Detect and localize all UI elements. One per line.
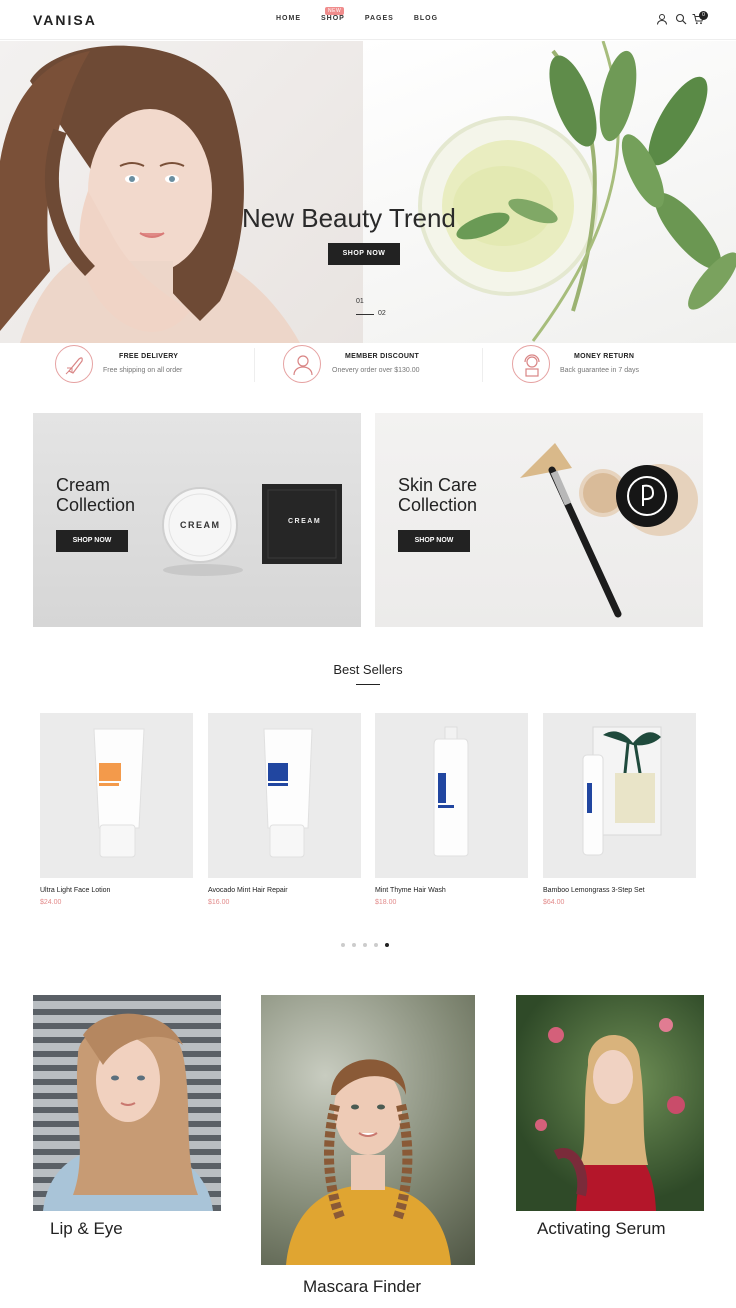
product-price: $16.00 [208,899,230,906]
feature-subtitle: Onevery order over $130.00 [332,367,420,374]
user-icon[interactable] [656,13,668,25]
cart-count-badge: 0 [699,11,708,20]
model-red-dress-illustration [535,1018,685,1211]
activating-serum-image[interactable] [516,995,704,1211]
title-underline [356,684,380,685]
model-portrait-illustration [0,45,300,343]
mascara-finder-image[interactable] [261,995,475,1265]
nav-pages[interactable]: PAGES [365,15,394,22]
product-image[interactable] [375,713,528,878]
product-card[interactable]: Ultra Light Face Lotion $24.00 [40,713,193,906]
pagination-dot[interactable] [374,943,378,947]
nav-home[interactable]: HOME [276,15,301,22]
product-price: $24.00 [40,899,62,906]
product-card[interactable]: Bamboo Lemongrass 3-Step Set $64.00 [543,713,696,906]
slide-indicator-next[interactable]: 02 [378,310,386,317]
feature-free-delivery: FREE DELIVERY Free shipping on all order [55,345,245,385]
best-sellers-title: Best Sellers [333,662,403,677]
new-badge: NEW [325,7,345,15]
divider [482,348,483,382]
product-name[interactable]: Mint Thyme Hair Wash [375,887,446,894]
hero-shop-now-button[interactable]: SHOP NOW [328,243,400,265]
collection-title-line2: Collection [398,495,478,515]
slide-indicator-current[interactable]: 01 [356,298,364,305]
category-label[interactable]: Lip & Eye [50,1219,123,1239]
person-icon [283,345,321,383]
site-logo[interactable]: VANISA [33,12,97,28]
search-icon[interactable] [675,13,687,25]
product-name[interactable]: Avocado Mint Hair Repair [208,887,288,894]
feature-title: MEMBER DISCOUNT [345,353,420,360]
product-card[interactable]: Mint Thyme Hair Wash $18.00 [375,713,528,906]
rocket-icon [55,345,93,383]
collection-title-line2: Collection [56,495,136,515]
cream-box-label: CREAM [288,518,322,525]
feature-title: FREE DELIVERY [119,353,179,360]
hair-wash-bottle-image [433,726,469,857]
collection-title: Skin Care Collection [398,475,477,515]
skin-care-collection-banner[interactable]: Skin Care Collection SHOP NOW [375,413,703,627]
model-yellow-top-illustration [286,1059,451,1265]
feature-money-return: MONEY RETURN Back guarantee in 7 days [512,345,702,385]
cream-collection-banner[interactable]: CREAM CREAM Cream Collection SHOP NOW [33,413,361,627]
product-image[interactable] [40,713,193,878]
product-price: $64.00 [543,899,565,906]
model-sweater-illustration [43,1013,213,1211]
lip-eye-image[interactable] [33,995,221,1211]
product-name[interactable]: Ultra Light Face Lotion [40,887,110,894]
product-price: $18.00 [375,899,397,906]
feature-title: MONEY RETURN [574,353,635,360]
site-header: VANISA HOME SHOP PAGES BLOG NEW 0 [0,0,736,40]
hero-model-image [0,41,363,343]
collection-title-line1: Skin Care [398,475,478,495]
gift-set-image [582,726,662,856]
support-agent-icon [512,345,550,383]
product-card[interactable]: Avocado Mint Hair Repair $16.00 [208,713,361,906]
nav-blog[interactable]: BLOG [414,15,438,22]
feature-subtitle: Free shipping on all order [103,367,183,374]
hair-repair-tube-image [263,728,313,858]
category-label[interactable]: Mascara Finder [303,1277,421,1297]
pagination-dot-active[interactable] [385,943,389,947]
feature-member-discount: MEMBER DISCOUNT Onevery order over $130.… [283,345,473,385]
collection-title-line1: Cream [56,475,111,495]
cream-jar-label: CREAM [180,520,221,530]
hero-product-image [363,41,736,343]
product-image[interactable] [208,713,361,878]
carousel-pagination [341,943,389,947]
collection-title: Cream Collection [56,475,135,515]
pagination-dot[interactable] [363,943,367,947]
pagination-dot[interactable] [341,943,345,947]
slide-indicator-line [356,314,374,315]
product-name[interactable]: Bamboo Lemongrass 3-Step Set [543,887,645,894]
pagination-dot[interactable] [352,943,356,947]
lotion-tube-image [93,728,145,858]
brush-powder-image [520,443,698,618]
category-label[interactable]: Activating Serum [537,1219,666,1239]
hero-title: New Beauty Trend [242,203,456,233]
product-image[interactable] [543,713,696,878]
nav-shop[interactable]: SHOP [321,15,345,22]
main-nav: HOME SHOP PAGES BLOG [276,15,438,22]
cream-jar-leaves-illustration [418,41,736,342]
hero-banner: New Beauty Trend SHOP NOW 01 02 [0,41,736,343]
divider [254,348,255,382]
feature-subtitle: Back guarantee in 7 days [560,367,639,374]
cream-shop-now-button[interactable]: SHOP NOW [56,530,128,552]
skin-care-shop-now-button[interactable]: SHOP NOW [398,530,470,552]
